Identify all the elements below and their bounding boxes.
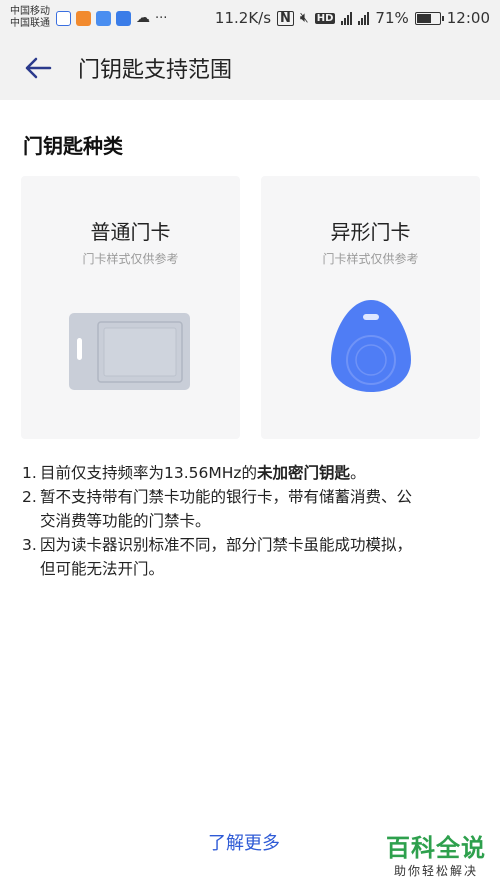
signal-1-icon <box>341 11 353 25</box>
watermark: 百科全说 助你轻松解决 <box>386 834 486 879</box>
key-fob-image <box>331 300 411 392</box>
note-2: 2. 暂不支持带有门禁卡功能的银行卡，带有储蓄消费、公 交消费等功能的门禁卡。 <box>22 488 413 530</box>
mute-icon: 🔇︎ <box>299 10 309 26</box>
notes-list: 1. 目前仅支持频率为13.56MHz的未加密门钥匙。 2. 暂不支持带有门禁卡… <box>22 461 482 581</box>
watermark-title: 百科全说 <box>386 834 486 862</box>
baidu-icon <box>56 10 71 26</box>
notification-icons: ☁ ··· <box>56 10 167 26</box>
card-title: 普通门卡 <box>90 220 171 244</box>
cloud-icon: ☁ <box>136 10 150 26</box>
note-3: 3. 因为读卡器识别标准不同，部分门禁卡虽能成功模拟， 但可能无法开门。 <box>22 536 413 578</box>
watermark-subtitle: 助你轻松解决 <box>393 864 478 878</box>
card-irregular: 异形门卡 门卡样式仅供参考 <box>261 176 480 439</box>
signal-2-icon <box>358 11 370 25</box>
nfc-icon: N <box>277 10 294 26</box>
wifi-app-icon <box>96 10 111 26</box>
section-title: 门钥匙种类 <box>23 134 123 158</box>
page-title: 门钥匙支持范围 <box>78 58 233 83</box>
hd-icon: HD <box>314 12 336 24</box>
carrier-1: 中国移动 <box>10 6 50 17</box>
learn-more-link[interactable]: 了解更多 <box>208 829 280 855</box>
blue-app-icon <box>116 10 131 26</box>
card-subtitle: 门卡样式仅供参考 <box>322 252 419 266</box>
carrier-labels: 中国移动 中国联通 <box>10 6 50 30</box>
note-1-bold: 未加密门钥匙 <box>257 464 351 482</box>
card-subtitle: 门卡样式仅供参考 <box>82 252 179 266</box>
status-bar: 中国移动 中国联通 ☁ ··· 11.2K/s N 🔇︎ HD 71% 12:0… <box>0 0 500 36</box>
card-regular: 普通门卡 门卡样式仅供参考 <box>21 176 240 439</box>
back-button[interactable] <box>20 50 56 86</box>
rectangular-card-image <box>69 313 190 390</box>
battery-icon <box>414 11 444 25</box>
note-1: 1. 目前仅支持频率为13.56MHz的未加密门钥匙。 <box>22 464 366 482</box>
network-speed: 11.2K/s <box>214 9 272 27</box>
card-title: 异形门卡 <box>330 220 411 244</box>
orange-app-icon <box>76 10 91 26</box>
carrier-2: 中国联通 <box>10 18 50 29</box>
status-right: 11.2K/s N 🔇︎ HD 71% 12:00 <box>215 9 490 27</box>
more-icon: ··· <box>155 10 168 26</box>
app-header: 门钥匙支持范围 <box>0 36 500 100</box>
battery-percent: 71% <box>375 9 409 27</box>
clock: 12:00 <box>446 9 490 27</box>
back-arrow-icon <box>25 57 52 79</box>
